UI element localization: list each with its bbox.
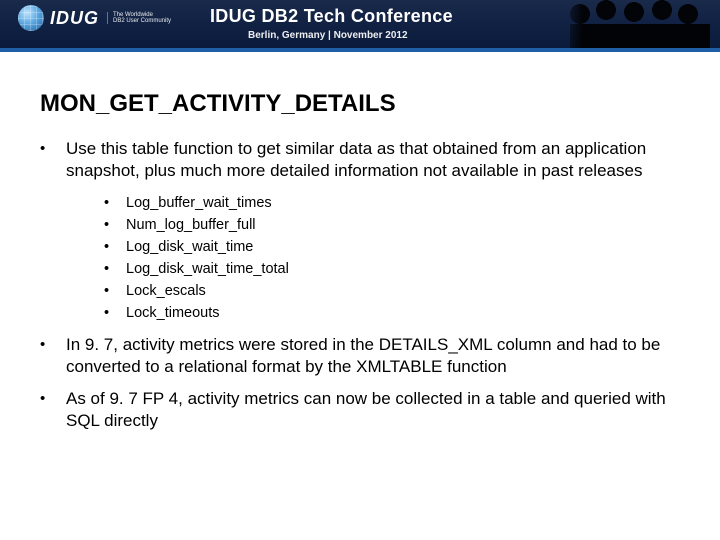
slide-title: MON_GET_ACTIVITY_DETAILS bbox=[40, 90, 680, 118]
sub-bullet-text: Log_disk_wait_time_total bbox=[126, 258, 289, 280]
globe-icon bbox=[18, 5, 44, 31]
bullet-icon: • bbox=[104, 236, 112, 258]
list-item: • Log_buffer_wait_times bbox=[104, 192, 680, 214]
list-item: • As of 9. 7 FP 4, activity metrics can … bbox=[40, 388, 680, 432]
bullet-icon: • bbox=[104, 258, 112, 280]
list-item: • Lock_escals bbox=[104, 280, 680, 302]
sub-bullet-text: Lock_timeouts bbox=[126, 302, 220, 324]
list-item: • Log_disk_wait_time bbox=[104, 236, 680, 258]
idug-logo: IDUG The Worldwide DB2 User Community bbox=[18, 5, 171, 31]
bullet-text: Use this table function to get similar d… bbox=[66, 138, 680, 182]
sub-bullet-list: • Log_buffer_wait_times • Num_log_buffer_f… bbox=[104, 192, 680, 324]
silhouette-people-icon bbox=[560, 0, 720, 52]
sub-bullet-text: Log_buffer_wait_times bbox=[126, 192, 272, 214]
slide-content: MON_GET_ACTIVITY_DETAILS • Use this tabl… bbox=[0, 52, 720, 432]
list-item: • Lock_timeouts bbox=[104, 302, 680, 324]
bullet-icon: • bbox=[40, 138, 50, 182]
list-item: • Log_disk_wait_time_total bbox=[104, 258, 680, 280]
bullet-list: • Use this table function to get similar… bbox=[40, 138, 680, 182]
bullet-text: As of 9. 7 FP 4, activity metrics can no… bbox=[66, 388, 680, 432]
sub-bullet-text: Log_disk_wait_time bbox=[126, 236, 253, 258]
sub-bullet-text: Num_log_buffer_full bbox=[126, 214, 256, 236]
list-item: • Num_log_buffer_full bbox=[104, 214, 680, 236]
bullet-text: In 9. 7, activity metrics were stored in… bbox=[66, 334, 680, 378]
bullet-icon: • bbox=[104, 302, 112, 324]
list-item: • In 9. 7, activity metrics were stored … bbox=[40, 334, 680, 378]
logo-text: IDUG bbox=[50, 8, 99, 29]
bullet-list: • In 9. 7, activity metrics were stored … bbox=[40, 334, 680, 432]
bullet-icon: • bbox=[104, 192, 112, 214]
banner-title: IDUG DB2 Tech Conference bbox=[210, 6, 453, 27]
bullet-icon: • bbox=[40, 388, 50, 432]
bullet-icon: • bbox=[104, 214, 112, 236]
conference-banner: IDUG The Worldwide DB2 User Community ID… bbox=[0, 0, 720, 52]
bullet-icon: • bbox=[104, 280, 112, 302]
bullet-icon: • bbox=[40, 334, 50, 378]
sub-bullet-text: Lock_escals bbox=[126, 280, 206, 302]
banner-subtitle: Berlin, Germany | November 2012 bbox=[248, 30, 408, 41]
logo-subtitle: The Worldwide DB2 User Community bbox=[107, 12, 171, 25]
list-item: • Use this table function to get similar… bbox=[40, 138, 680, 182]
banner-stripe bbox=[0, 48, 720, 52]
